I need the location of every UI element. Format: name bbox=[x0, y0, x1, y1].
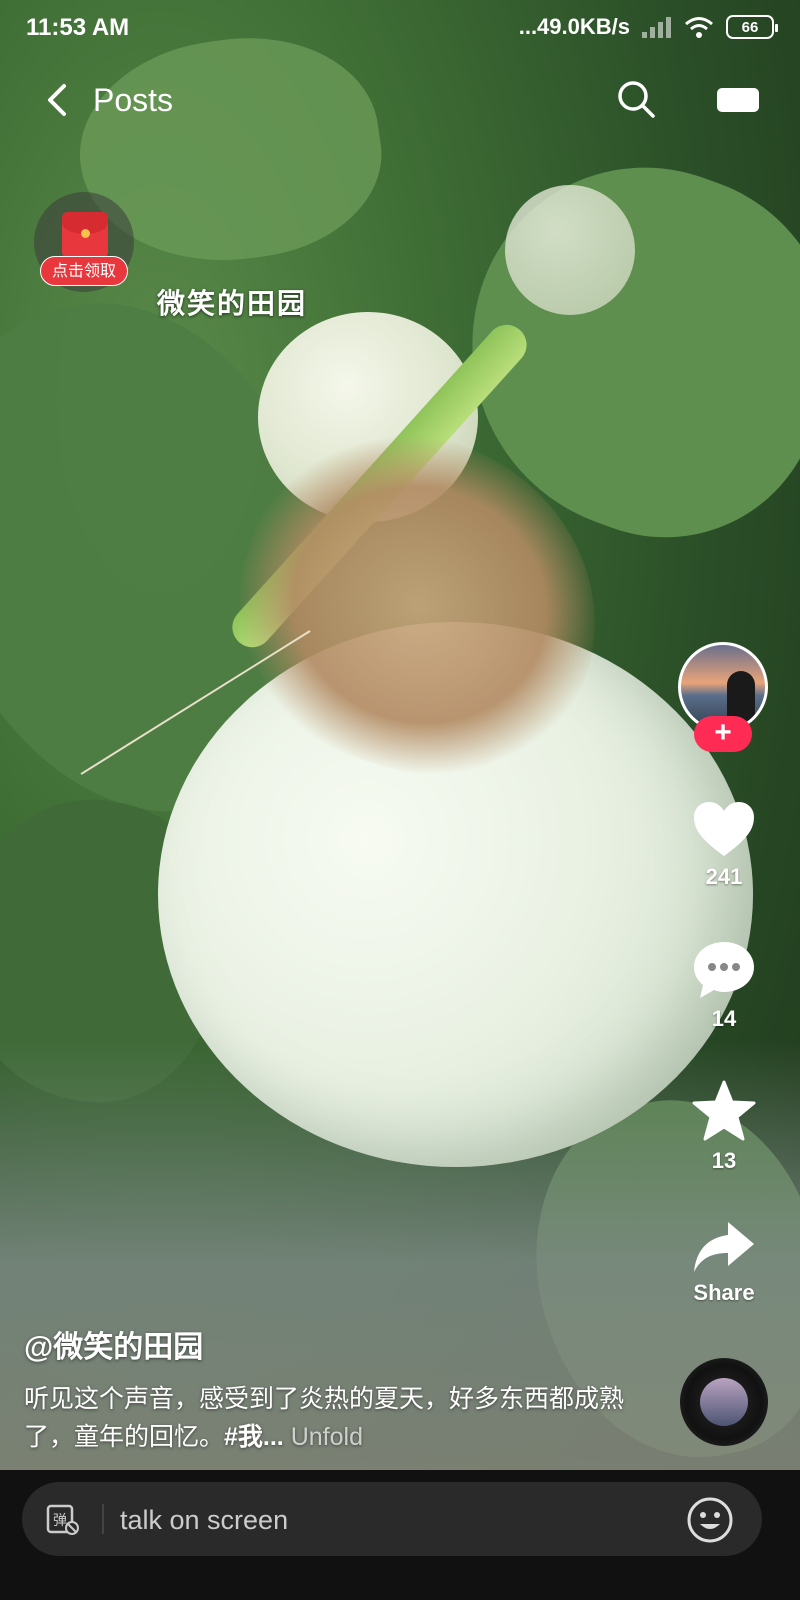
back-icon[interactable] bbox=[40, 80, 76, 120]
wifi-icon bbox=[685, 17, 713, 38]
top-nav: Posts bbox=[0, 70, 800, 130]
follow-button[interactable]: + bbox=[694, 716, 752, 752]
video-screen[interactable]: 11:53 AM ...49.0KB/s 66 Posts 点击领取 微笑的田园… bbox=[0, 0, 800, 1600]
music-cover bbox=[700, 1378, 748, 1426]
hashtag[interactable]: #我... bbox=[224, 1423, 284, 1451]
share-label: Share bbox=[693, 1280, 755, 1305]
comment-icon bbox=[694, 942, 754, 998]
danmaku-icon[interactable]: 弹 bbox=[46, 1504, 80, 1536]
share-button[interactable]: Share bbox=[676, 1220, 772, 1306]
divider bbox=[102, 1504, 104, 1534]
unfold-link[interactable]: Unfold bbox=[291, 1423, 363, 1451]
battery-level: 66 bbox=[741, 18, 759, 36]
red-packet-button[interactable]: 点击领取 bbox=[34, 192, 134, 292]
status-bar: 11:53 AM ...49.0KB/s 66 bbox=[0, 0, 800, 56]
comment-input[interactable] bbox=[118, 1500, 642, 1540]
favorite-count: 13 bbox=[711, 1148, 737, 1173]
network-speed: ...49.0KB/s bbox=[518, 14, 630, 39]
svg-text:弹: 弹 bbox=[53, 1513, 67, 1529]
battery-icon: 66 bbox=[726, 15, 778, 39]
status-indicators: ...49.0KB/s 66 bbox=[518, 14, 778, 40]
bottom-bar: 弹 bbox=[0, 1470, 800, 1600]
emoji-icon[interactable] bbox=[686, 1496, 734, 1544]
search-icon[interactable] bbox=[615, 78, 657, 120]
red-envelope-icon bbox=[62, 212, 108, 258]
comment-count: 14 bbox=[711, 1006, 737, 1031]
comment-box[interactable]: 弹 bbox=[22, 1482, 762, 1556]
author-name[interactable]: @微笑的田园 bbox=[24, 1322, 644, 1366]
status-time: 11:53 AM bbox=[26, 14, 130, 41]
melon bbox=[505, 185, 635, 315]
video-description: 听见这个声音，感受到了炎热的夏天，好多东西都成熟了，童年的回忆。#我... Un… bbox=[24, 1380, 644, 1456]
share-icon bbox=[694, 1222, 754, 1272]
like-button[interactable]: 241 bbox=[676, 800, 772, 890]
music-disc[interactable] bbox=[680, 1358, 768, 1446]
page-title: Posts bbox=[93, 82, 174, 118]
like-count: 241 bbox=[705, 864, 743, 889]
caption-block: @微笑的田园 听见这个声音，感受到了炎热的夏天，好多东西都成熟了，童年的回忆。#… bbox=[24, 1322, 644, 1456]
comment-button[interactable]: 14 bbox=[676, 940, 772, 1032]
red-packet-label: 点击领取 bbox=[40, 256, 128, 286]
video-watermark: 微笑的田园 bbox=[157, 287, 308, 320]
signal-icon bbox=[642, 16, 672, 38]
heart-icon bbox=[694, 802, 754, 856]
camera-icon[interactable] bbox=[716, 86, 760, 114]
star-icon bbox=[692, 1080, 756, 1141]
favorite-button[interactable]: 13 bbox=[676, 1080, 772, 1174]
